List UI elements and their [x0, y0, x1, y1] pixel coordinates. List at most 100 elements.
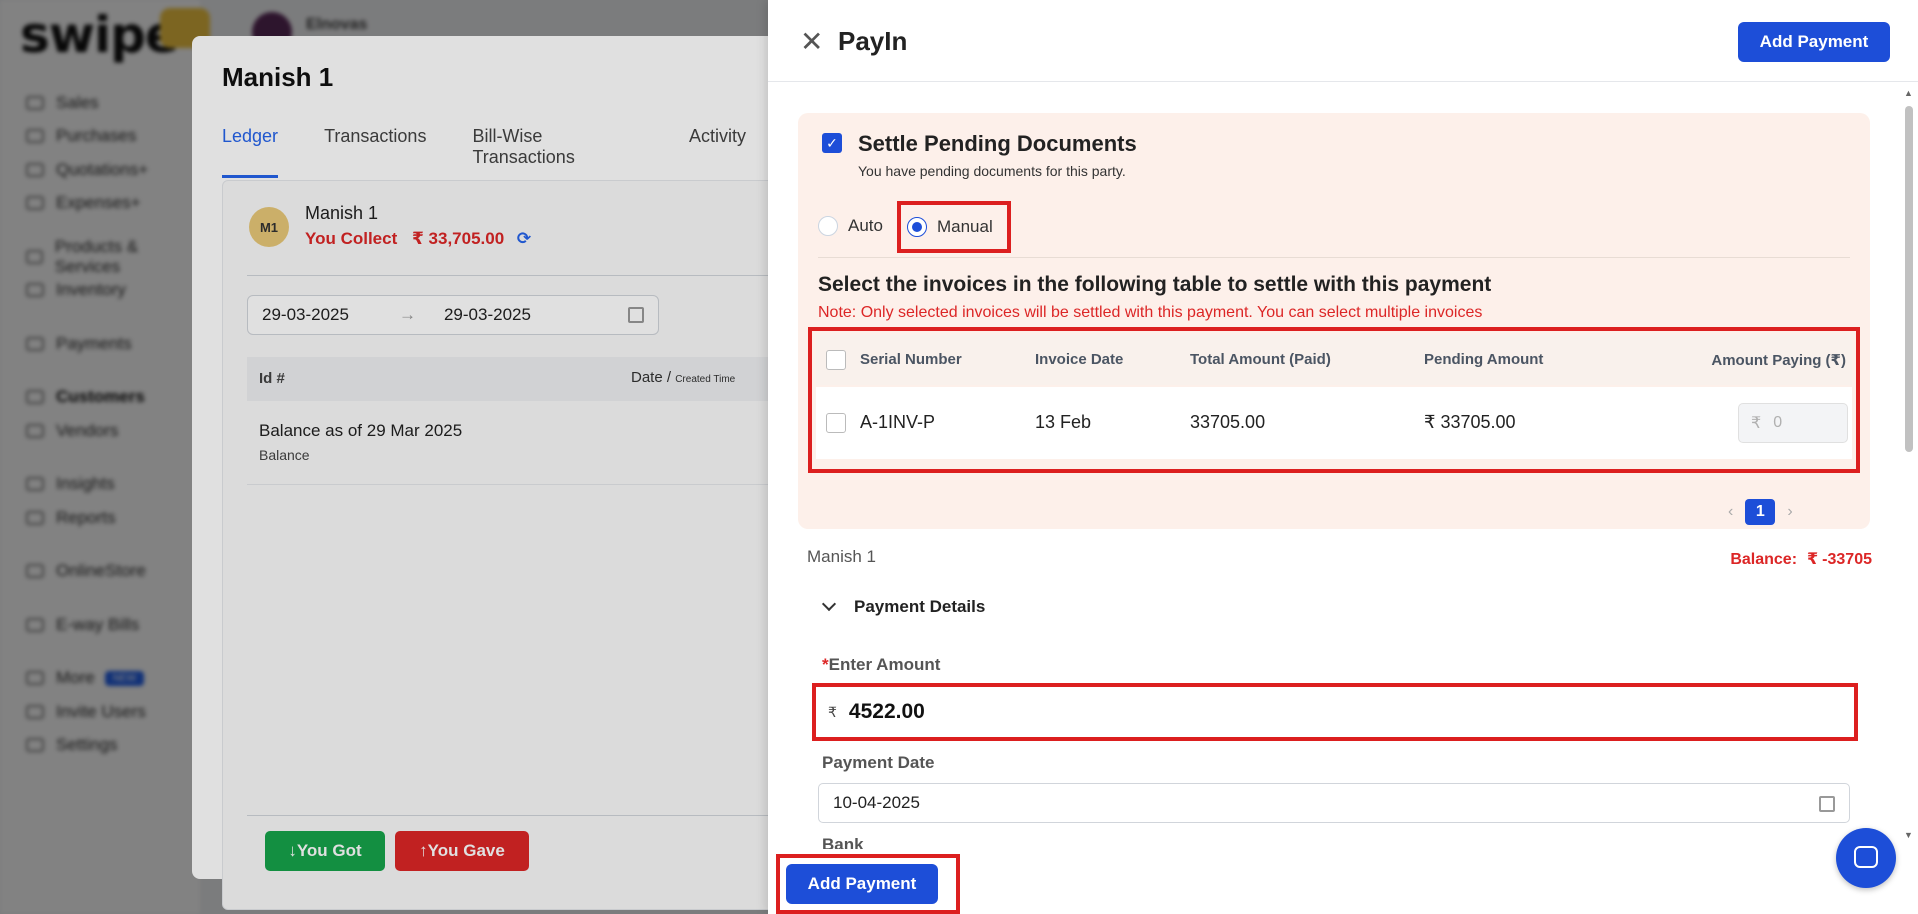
add-payment-button-bottom[interactable]: Add Payment [786, 864, 938, 904]
divider [247, 275, 817, 276]
radio-manual-label: Manual [936, 217, 993, 236]
you-gave-button[interactable]: ↑ You Gave [395, 831, 529, 871]
rupee-icon: ₹ [828, 703, 837, 720]
party-ledger-modal: Manish 1 Ledger Transactions Bill-Wise T… [192, 36, 822, 910]
page-number-current[interactable]: 1 [1745, 499, 1776, 525]
amount-value[interactable]: 4522.00 [849, 700, 925, 724]
payment-details-card: Payment Details *Enter Amount ₹ 4522.00 … [798, 579, 1870, 849]
invoice-select-heading: Select the invoices in the following tab… [818, 273, 1492, 296]
tab-transactions[interactable]: Transactions [324, 126, 426, 178]
settle-pending-card: ✓ Settle Pending Documents You have pend… [798, 113, 1870, 529]
add-payment-button-top[interactable]: Add Payment [1738, 22, 1890, 62]
balance-row-title: Balance as of 29 Mar 2025 [259, 421, 463, 440]
refresh-icon[interactable]: ⟳ [517, 229, 531, 248]
amount-paying-input[interactable]: ₹ 0 [1738, 403, 1848, 443]
drawer-title: PayIn [838, 26, 908, 56]
prev-page-icon[interactable]: ‹ [1728, 503, 1733, 521]
divider [818, 257, 1850, 258]
balance-row-subtitle: Balance [259, 447, 310, 463]
chat-icon [1854, 846, 1878, 868]
radio-auto-label: Auto [848, 216, 883, 235]
col-total-amount[interactable]: Total Amount (Paid) [1190, 351, 1331, 368]
settle-title: Settle Pending Documents [858, 131, 1137, 156]
collect-summary: You Collect ₹ 33,705.00 ⟳ [305, 229, 531, 249]
settle-checkbox[interactable]: ✓ [822, 133, 842, 153]
date-to[interactable]: 29-03-2025 [444, 305, 531, 325]
arrow-down-icon: ↓ [288, 841, 297, 860]
rupee-icon: ₹ [1751, 415, 1762, 432]
payin-drawer: ✕ PayIn Add Payment ✓ Settle Pending Doc… [768, 0, 1918, 914]
party-avatar: M1 [249, 207, 289, 247]
rupee-icon: ₹ [1807, 551, 1819, 568]
date-from[interactable]: 29-03-2025 [262, 305, 349, 325]
party-balance: Balance: ₹ -33705 [1730, 551, 1872, 568]
cell-invoice-date: 13 Feb [1035, 412, 1092, 432]
close-icon[interactable]: ✕ [800, 28, 823, 56]
drawer-header: ✕ PayIn Add Payment [768, 0, 1918, 82]
payment-date-value[interactable]: 10-04-2025 [833, 793, 920, 813]
ledger-table-header: Id # Date / Created Time [247, 357, 817, 401]
date-range-picker[interactable]: 29-03-2025 → 29-03-2025 [247, 295, 659, 335]
party-modal-title: Manish 1 [222, 62, 334, 92]
col-pending-amount[interactable]: Pending Amount [1424, 351, 1543, 368]
row-checkbox[interactable] [826, 413, 846, 433]
payment-date-label: Payment Date [822, 753, 935, 772]
you-got-button[interactable]: ↓ You Got [265, 831, 385, 871]
col-id: Id # [259, 370, 285, 387]
table-row[interactable]: A-1INV-P 13 Feb 33705.00 ₹ 33705.00 ₹ 0 [816, 387, 1852, 459]
divider [247, 815, 817, 816]
party-name: Manish 1 [305, 203, 379, 223]
collect-label: You Collect [305, 229, 398, 248]
radio-button-selected[interactable] [906, 217, 927, 237]
drawer-body: ✓ Settle Pending Documents You have pend… [768, 83, 1902, 849]
payment-party-name: Manish 1 [807, 547, 876, 566]
balance-value: -33705 [1822, 551, 1872, 568]
col-serial-number[interactable]: Serial Number [860, 351, 962, 368]
scrollbar-thumb[interactable] [1905, 106, 1913, 452]
drawer-scrollbar[interactable]: ▲ ▼ [1904, 88, 1914, 846]
tab-activity[interactable]: Activity [689, 126, 746, 178]
chevron-down-icon [821, 596, 837, 612]
calendar-icon [1819, 796, 1835, 812]
payment-details-label: Payment Details [854, 597, 986, 616]
tab-bill-wise-transactions[interactable]: Bill-Wise Transactions [472, 126, 643, 178]
pagination: ‹ 1 › [1728, 499, 1793, 525]
cell-serial-number: A-1INV-P [860, 412, 936, 432]
arrow-right-icon: → [398, 305, 416, 324]
select-all-checkbox[interactable] [826, 350, 846, 370]
radio-manual[interactable]: Manual [896, 201, 1011, 253]
invoice-table: Serial Number Invoice Date Total Amount … [808, 327, 1860, 473]
payment-date-input[interactable]: 10-04-2025 [818, 783, 1850, 823]
next-page-icon[interactable]: › [1787, 503, 1792, 521]
col-date: Date / Created Time [631, 369, 736, 386]
chat-support-button[interactable] [1836, 828, 1896, 888]
scroll-down-icon[interactable]: ▼ [1904, 830, 1913, 840]
party-tabs: Ledger Transactions Bill-Wise Transactio… [222, 126, 792, 178]
tab-ledger[interactable]: Ledger [222, 126, 279, 178]
scroll-up-icon[interactable]: ▲ [1904, 88, 1913, 98]
radio-auto[interactable]: Auto [818, 216, 883, 236]
settle-subtitle: You have pending documents for this part… [858, 163, 1126, 179]
col-amount-paying[interactable]: Amount Paying (₹) [1711, 351, 1846, 369]
bank-label: Bank [822, 835, 864, 849]
payment-details-toggle[interactable]: Payment Details [821, 596, 986, 617]
radio-button[interactable] [818, 216, 838, 236]
calendar-icon [628, 307, 644, 323]
invoice-select-note: Note: Only selected invoices will be set… [818, 304, 1483, 321]
cell-pending-amount: ₹ 33705.00 [1424, 412, 1516, 432]
check-icon: ✓ [826, 134, 838, 151]
add-payment-highlight: Add Payment [776, 854, 960, 914]
settle-mode-radio-group: Auto Manual [818, 201, 1011, 253]
drawer-footer: Add Payment [768, 850, 1918, 914]
invoice-table-header: Serial Number Invoice Date Total Amount … [816, 335, 1852, 385]
arrow-up-icon: ↑ [419, 841, 428, 860]
collect-amount: ₹ 33,705.00 [411, 229, 505, 248]
required-asterisk: * [822, 655, 829, 674]
amount-label: *Enter Amount [822, 655, 941, 674]
amount-input[interactable]: ₹ 4522.00 [812, 683, 1858, 741]
ledger-card: M1 Manish 1 You Collect ₹ 33,705.00 ⟳ 29… [222, 180, 822, 910]
col-invoice-date[interactable]: Invoice Date [1035, 351, 1123, 368]
table-row[interactable]: Balance as of 29 Mar 2025 Balance [247, 401, 817, 485]
cell-total-amount: 33705.00 [1190, 412, 1266, 432]
amount-paying-placeholder: 0 [1773, 414, 1783, 431]
